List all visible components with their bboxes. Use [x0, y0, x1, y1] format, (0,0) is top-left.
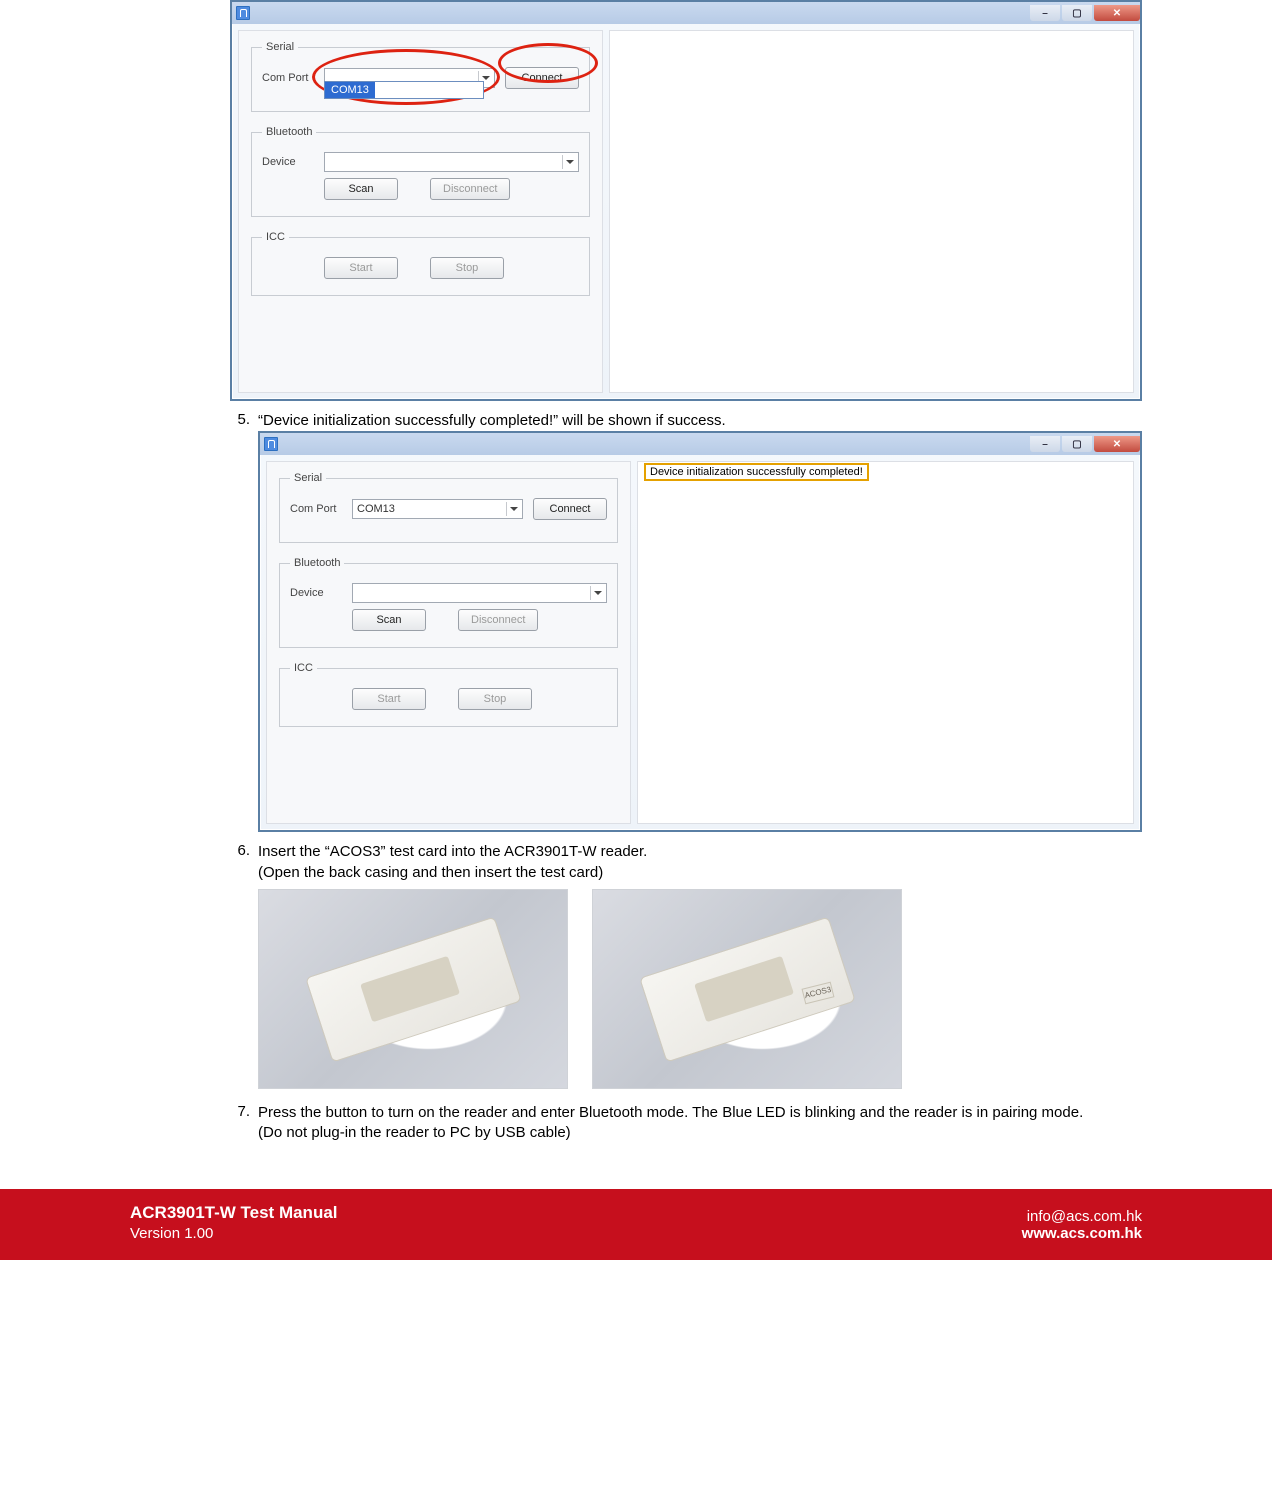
connect-button[interactable]: Connect: [505, 67, 579, 89]
bluetooth-group: Bluetooth Device Scan Disconnect: [251, 126, 590, 217]
step-6-line2: (Open the back casing and then insert th…: [258, 863, 1142, 883]
screenshot-2-window: – ▢ ✕ Serial Com Port COM13: [258, 431, 1142, 832]
footer-email: info@acs.com.hk: [1022, 1208, 1142, 1225]
icc-group: ICC Start Stop: [279, 662, 618, 727]
left-panel: Serial Com Port COM13 Connect Blu: [266, 461, 631, 824]
bluetooth-group: Bluetooth Device Scan Disconnect: [279, 557, 618, 648]
comport-label: Com Port: [262, 72, 324, 84]
step-5-number: 5.: [230, 411, 258, 431]
log-panel: [609, 30, 1134, 393]
titlebar: – ▢ ✕: [260, 433, 1140, 455]
page-footer: ACR3901T-W Test Manual Version 1.00 info…: [0, 1189, 1272, 1260]
titlebar: – ▢ ✕: [232, 2, 1140, 24]
window-controls: – ▢ ✕: [1028, 436, 1140, 452]
maximize-button[interactable]: ▢: [1062, 436, 1092, 452]
close-button[interactable]: ✕: [1094, 5, 1140, 21]
serial-group: Serial Com Port COM13 Connect: [279, 472, 618, 543]
comport-combo-value: COM13: [357, 503, 395, 515]
serial-group: Serial Com Port Connect COM: [251, 41, 590, 112]
maximize-button[interactable]: ▢: [1062, 5, 1092, 21]
start-button[interactable]: Start: [324, 257, 398, 279]
chevron-down-icon: [562, 155, 576, 169]
minimize-button[interactable]: –: [1030, 436, 1060, 452]
comport-label: Com Port: [290, 503, 352, 515]
stop-button[interactable]: Stop: [430, 257, 504, 279]
screenshot-1-window: – ▢ ✕ Serial Com Port: [230, 0, 1142, 401]
bluetooth-legend: Bluetooth: [290, 557, 344, 569]
icc-group: ICC Start Stop: [251, 231, 590, 296]
bluetooth-legend: Bluetooth: [262, 126, 316, 138]
device-label: Device: [262, 156, 324, 168]
photo-reader-with-card: ACOS3: [592, 889, 902, 1089]
acos3-card-label: ACOS3: [802, 981, 835, 1004]
icc-legend: ICC: [262, 231, 289, 243]
device-combo[interactable]: [352, 583, 607, 603]
step-7-number: 7.: [230, 1103, 258, 1144]
comport-combo[interactable]: COM13: [352, 499, 523, 519]
device-label: Device: [290, 587, 352, 599]
bluetooth-icon: [236, 6, 250, 20]
step-7-line1: Press the button to turn on the reader a…: [258, 1103, 1142, 1123]
chevron-down-icon: [506, 502, 520, 516]
footer-title: ACR3901T-W Test Manual: [130, 1203, 338, 1223]
minimize-button[interactable]: –: [1030, 5, 1060, 21]
close-button[interactable]: ✕: [1094, 436, 1140, 452]
disconnect-button[interactable]: Disconnect: [458, 609, 538, 631]
chevron-down-icon: [590, 586, 604, 600]
footer-version: Version 1.00: [130, 1225, 338, 1242]
step-6-number: 6.: [230, 842, 258, 1099]
scan-button[interactable]: Scan: [324, 178, 398, 200]
step-5-text: “Device initialization successfully comp…: [258, 411, 1142, 431]
comport-option-com13[interactable]: COM13: [325, 82, 375, 98]
step-6: 6. Insert the “ACOS3” test card into the…: [230, 842, 1142, 1099]
step-7-line2: (Do not plug-in the reader to PC by USB …: [258, 1123, 1142, 1143]
comport-dropdown-list[interactable]: COM13: [324, 81, 484, 99]
serial-legend: Serial: [262, 41, 298, 53]
step-6-line1: Insert the “ACOS3” test card into the AC…: [258, 842, 1142, 862]
stop-button[interactable]: Stop: [458, 688, 532, 710]
connect-button[interactable]: Connect: [533, 498, 607, 520]
photo-reader-open: [258, 889, 568, 1089]
step-5: 5. “Device initialization successfully c…: [230, 411, 1142, 431]
log-panel: Device initialization successfully compl…: [637, 461, 1134, 824]
disconnect-button[interactable]: Disconnect: [430, 178, 510, 200]
step-7: 7. Press the button to turn on the reade…: [230, 1103, 1142, 1144]
icc-legend: ICC: [290, 662, 317, 674]
scan-button[interactable]: Scan: [352, 609, 426, 631]
bluetooth-icon: [264, 437, 278, 451]
footer-url: www.acs.com.hk: [1022, 1225, 1142, 1242]
window-controls: – ▢ ✕: [1028, 5, 1140, 21]
log-success-line: Device initialization successfully compl…: [644, 463, 869, 481]
start-button[interactable]: Start: [352, 688, 426, 710]
device-combo[interactable]: [324, 152, 579, 172]
serial-legend: Serial: [290, 472, 326, 484]
left-panel: Serial Com Port Connect COM: [238, 30, 603, 393]
